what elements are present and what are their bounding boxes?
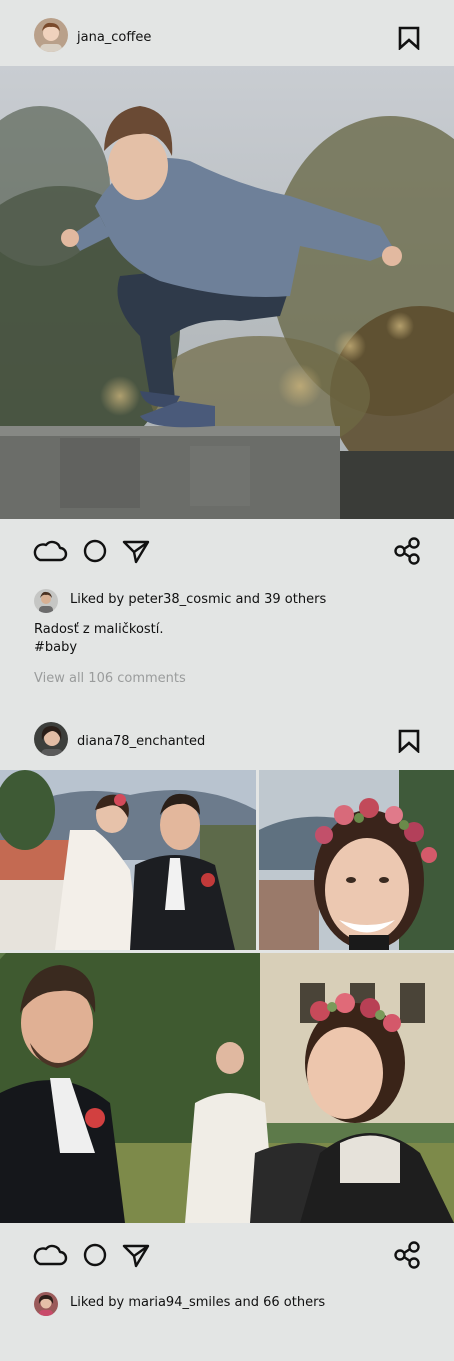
grid-photo-1[interactable] (0, 770, 256, 950)
grid-photo-2[interactable] (259, 770, 454, 950)
post-username[interactable]: jana_coffee (77, 29, 151, 47)
post-username[interactable]: diana78_enchanted (77, 733, 205, 751)
share-icon[interactable] (389, 536, 425, 566)
bookmark-icon[interactable] (398, 26, 420, 50)
caption: Radosť z maličkostí. #baby (34, 621, 164, 657)
caption-text: Radosť z maličkostí. (34, 622, 164, 637)
post-header: jana_coffee (0, 0, 454, 66)
liked-by-text[interactable]: Liked by peter38_cosmic and 39 others (70, 592, 326, 607)
caption-hashtag[interactable]: #baby (34, 639, 164, 657)
share-icon[interactable] (389, 1240, 425, 1270)
user-avatar-icon (34, 18, 68, 52)
action-bar (0, 536, 454, 568)
bookmark-icon[interactable] (398, 729, 420, 753)
cloud-icon[interactable] (32, 1240, 68, 1270)
action-bar (0, 1240, 454, 1272)
circle-icon[interactable] (78, 536, 114, 566)
likes-row: Liked by peter38_cosmic and 39 others (34, 589, 414, 613)
grid-photo-3[interactable] (0, 953, 454, 1223)
post-image[interactable] (0, 66, 454, 519)
paper-plane-icon[interactable] (118, 536, 154, 566)
avatar[interactable] (34, 18, 68, 52)
avatar[interactable] (34, 722, 68, 756)
paper-plane-icon[interactable] (118, 1240, 154, 1270)
post-image-grid (0, 770, 454, 1223)
post-2: diana78_enchanted Liked by maria94_smile… (0, 700, 454, 1361)
liker-avatar[interactable] (34, 1292, 58, 1316)
liked-by-text[interactable]: Liked by maria94_smiles and 66 others (70, 1295, 325, 1310)
view-comments-link[interactable]: View all 106 comments (34, 671, 186, 686)
cloud-icon[interactable] (32, 536, 68, 566)
likes-row: Liked by maria94_smiles and 66 others (34, 1292, 414, 1316)
user-avatar-icon (34, 722, 68, 756)
liker-avatar[interactable] (34, 589, 58, 613)
post-1: jana_coffee Liked by peter38_cosmic and … (0, 0, 454, 700)
circle-icon[interactable] (78, 1240, 114, 1270)
post-header: diana78_enchanted (0, 700, 454, 766)
